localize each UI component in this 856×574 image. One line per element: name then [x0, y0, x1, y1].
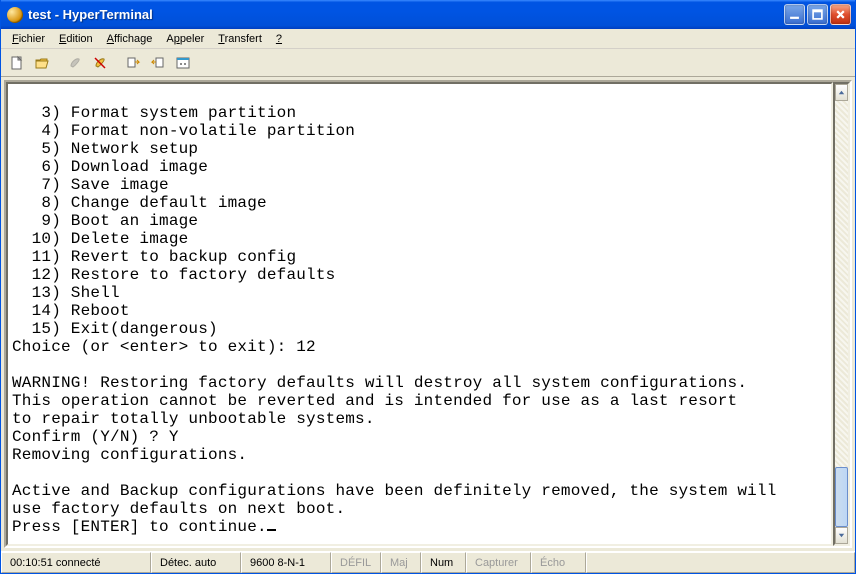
status-defil: DÉFIL	[331, 552, 381, 573]
menu-transfert[interactable]: Transfert	[211, 31, 269, 47]
status-port-settings: 9600 8-N-1	[241, 552, 331, 573]
titlebar: test - HyperTerminal	[1, 0, 855, 29]
toolbar	[1, 49, 855, 77]
connect-button[interactable]	[63, 52, 86, 74]
menu-aide[interactable]: ?	[269, 31, 289, 47]
send-file-button[interactable]	[121, 52, 144, 74]
status-time-connected: 00:10:51 connecté	[1, 552, 151, 573]
window-buttons	[784, 4, 851, 25]
terminal-output: 3) Format system partition 4) Format non…	[8, 84, 831, 538]
menu-appeler[interactable]: Appeler	[159, 31, 211, 47]
status-capturer: Capturer	[466, 552, 531, 573]
status-autodetect: Détec. auto	[151, 552, 241, 573]
scroll-up-button[interactable]	[835, 84, 848, 101]
new-doc-button[interactable]	[5, 52, 28, 74]
receive-file-button[interactable]	[146, 52, 169, 74]
window-title: test - HyperTerminal	[28, 7, 784, 22]
status-maj: Maj	[381, 552, 421, 573]
disconnect-button[interactable]	[88, 52, 111, 74]
menu-affichage[interactable]: Affichage	[100, 31, 160, 47]
app-icon	[7, 7, 23, 23]
status-echo: Écho	[531, 552, 586, 573]
open-button[interactable]	[30, 52, 53, 74]
maximize-button[interactable]	[807, 4, 828, 25]
scroll-down-button[interactable]	[835, 527, 848, 544]
status-spacer	[586, 552, 855, 573]
scroll-track[interactable]	[835, 101, 848, 527]
statusbar: 00:10:51 connecté Détec. auto 9600 8-N-1…	[1, 551, 855, 573]
properties-button[interactable]	[171, 52, 194, 74]
menu-fichier[interactable]: Fichier	[5, 31, 52, 47]
scroll-thumb[interactable]	[835, 467, 848, 527]
menubar: Fichier Edition Affichage Appeler Transf…	[1, 29, 855, 49]
vertical-scrollbar[interactable]	[833, 82, 850, 546]
status-num: Num	[421, 552, 466, 573]
minimize-button[interactable]	[784, 4, 805, 25]
menu-edition[interactable]: Edition	[52, 31, 100, 47]
terminal-viewport[interactable]: 3) Format system partition 4) Format non…	[6, 82, 833, 546]
close-button[interactable]	[830, 4, 851, 25]
client-area: 3) Format system partition 4) Format non…	[4, 80, 852, 548]
